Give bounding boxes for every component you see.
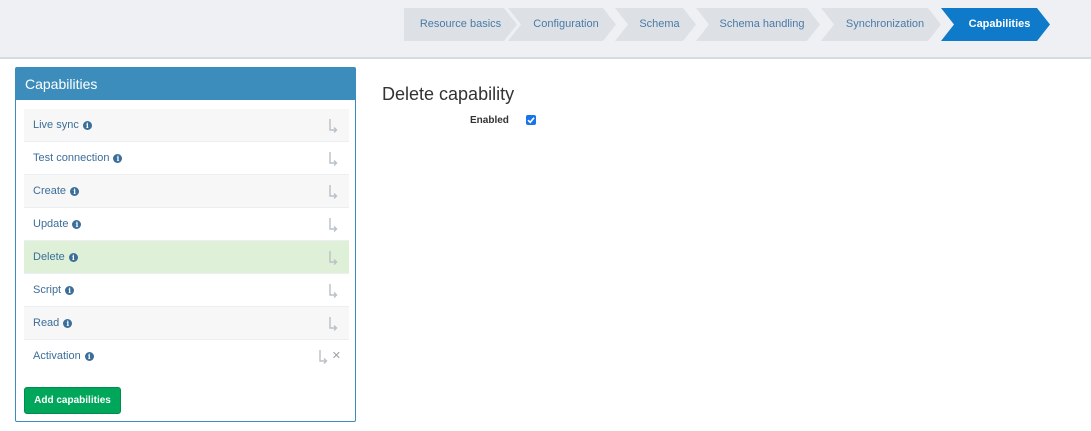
capability-item-create[interactable]: Create i (24, 175, 349, 208)
enabled-label: Enabled (470, 115, 509, 126)
wizard-step-label: Synchronization (845, 18, 925, 30)
info-icon[interactable]: i (68, 253, 78, 262)
capability-label: Update (33, 218, 69, 230)
wizard-step-label: Resource basics (419, 18, 502, 30)
content-title: Delete capability (382, 84, 515, 104)
capability-item-live-sync[interactable]: Live sync i (24, 109, 349, 142)
wizard-step-label: Schema (639, 18, 680, 30)
capability-item-activation[interactable]: Activation i ✕ (24, 340, 349, 373)
capability-label: Test connection (33, 152, 110, 164)
capability-label: Read (33, 317, 60, 329)
capabilities-panel: Capabilities Live sync i Test connection i… (15, 67, 356, 422)
capability-label: Delete (33, 251, 65, 263)
top-bar-divider (0, 57, 1091, 59)
close-icon[interactable]: ✕ (332, 349, 341, 363)
wizard-step-label: Schema handling (719, 18, 805, 30)
enabled-checkbox[interactable] (526, 115, 536, 125)
inherit-arrow-icon (329, 152, 338, 166)
inherit-arrow-icon (319, 350, 328, 364)
inherit-arrow-icon (329, 185, 338, 199)
inherit-arrow-icon (329, 218, 338, 232)
wizard-step-synchronization[interactable]: Synchronization (821, 8, 941, 41)
wizard-step-capabilities[interactable]: Capabilities (941, 8, 1050, 41)
wizard-step-label: Capabilities (968, 18, 1031, 30)
inherit-arrow-icon (329, 284, 338, 298)
capability-item-read[interactable]: Read i (24, 307, 349, 340)
info-icon[interactable]: i (72, 220, 82, 229)
capability-label: Create (33, 185, 67, 197)
info-icon[interactable]: i (70, 187, 80, 196)
capability-item-script[interactable]: Script i (24, 274, 349, 307)
capability-label: Live sync (33, 119, 79, 131)
capability-label: Script (33, 284, 62, 296)
wizard-step-label: Configuration (533, 18, 599, 30)
wizard-step-resource-basics[interactable]: Resource basics (404, 8, 517, 41)
info-icon[interactable]: i (82, 121, 92, 130)
info-icon[interactable]: i (65, 286, 75, 295)
add-capabilities-button[interactable]: Add capabilities (24, 387, 121, 414)
inherit-arrow-icon (329, 251, 338, 265)
capability-item-update[interactable]: Update i (24, 208, 349, 241)
wizard-step-configuration[interactable]: Configuration (508, 8, 616, 41)
wizard-step-schema[interactable]: Schema (615, 8, 696, 41)
capability-item-test-connection[interactable]: Test connection i (24, 142, 349, 175)
capability-list: Live sync i Test connection i Create i Upda… (24, 109, 349, 373)
panel-title: Capabilities (16, 68, 355, 100)
info-icon[interactable]: i (84, 352, 94, 361)
inherit-arrow-icon (329, 317, 338, 331)
info-icon[interactable]: i (113, 154, 123, 163)
info-icon[interactable]: i (63, 319, 73, 328)
inherit-arrow-icon (329, 119, 338, 133)
wizard-step-schema-handling[interactable]: Schema handling (696, 8, 820, 41)
capability-item-delete[interactable]: Delete i (24, 241, 349, 274)
capability-label: Activation (33, 350, 81, 362)
check-icon (527, 117, 535, 124)
